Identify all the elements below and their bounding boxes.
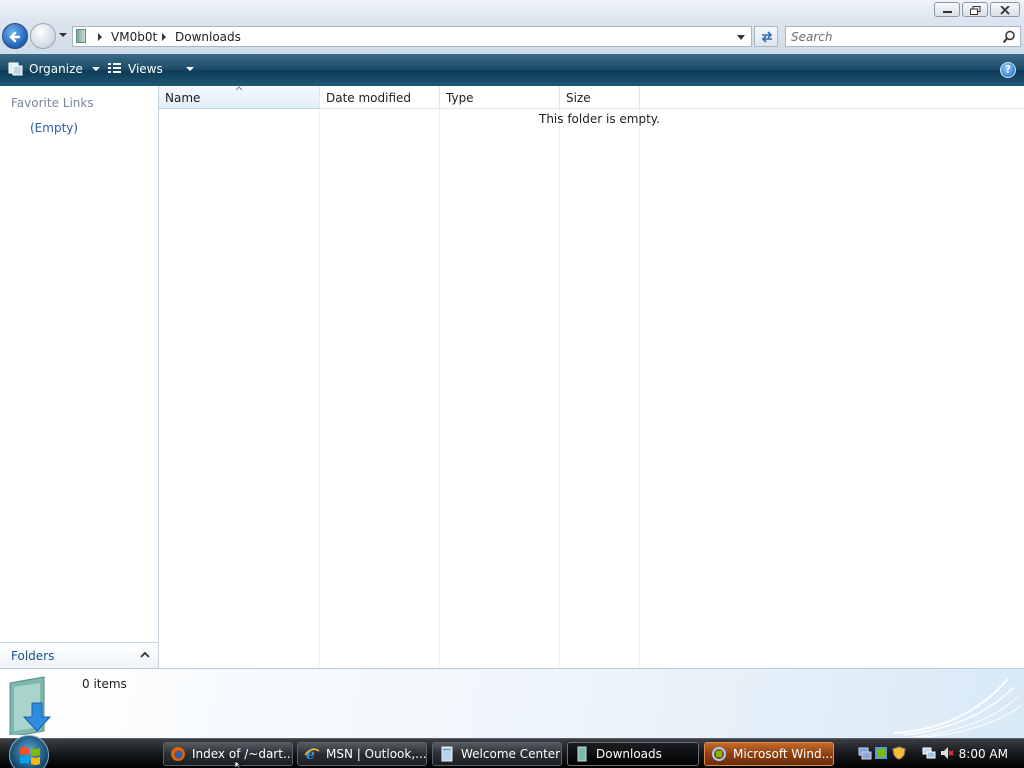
volume-muted-icon[interactable]	[940, 746, 954, 760]
breadcrumb-downloads[interactable]: Downloads	[175, 30, 241, 44]
taskbar-button-label: Welcome Center	[461, 747, 561, 761]
clock[interactable]: 8:00 AM	[959, 747, 1008, 761]
chevron-up-icon[interactable]	[140, 651, 150, 658]
navigation-bar: VM0b0t Downloads	[0, 20, 1024, 54]
file-list[interactable]: Name Date modified Type Size This folder…	[159, 86, 1024, 668]
taskbar-button-label: Index of /~dart...	[192, 747, 293, 761]
taskbar-button-label: Microsoft Wind...	[733, 747, 834, 761]
search-icon[interactable]	[1002, 30, 1016, 44]
favorite-links-heading: Favorite Links	[11, 96, 94, 110]
taskbar: Index of /~dart... e MSN | Outlook,... W…	[0, 735, 1024, 768]
navigation-pane: Favorite Links (Empty) Folders	[0, 86, 159, 668]
windows-logo-icon	[20, 747, 40, 765]
taskbar-button-label: MSN | Outlook,...	[326, 747, 427, 761]
column-type[interactable]: Type	[440, 86, 560, 109]
network-connection-icon[interactable]	[922, 746, 936, 760]
details-pane: 0 items	[0, 668, 1024, 738]
column-divider	[559, 109, 560, 668]
command-bar: Organize Views ?	[0, 54, 1024, 86]
taskbar-button-windows-update[interactable]: Microsoft Wind...	[704, 742, 834, 766]
breadcrumb-vm0b0t[interactable]: VM0b0t	[111, 30, 157, 44]
taskbar-button-welcome-center[interactable]: Welcome Center	[432, 742, 562, 766]
maximize-button[interactable]	[962, 2, 988, 17]
column-divider	[319, 109, 320, 668]
favorite-links-empty: (Empty)	[30, 121, 79, 135]
column-size[interactable]: Size	[560, 86, 640, 109]
windows-update-icon	[712, 747, 726, 761]
security-shield-tray-icon[interactable]	[892, 746, 906, 760]
forward-button[interactable]	[30, 23, 56, 49]
firefox-icon	[171, 747, 185, 761]
breadcrumb-chevron-icon[interactable]	[161, 33, 167, 41]
taskbar-button-firefox[interactable]: Index of /~dart...	[163, 742, 293, 766]
column-divider	[439, 109, 440, 668]
folder-icon	[577, 746, 587, 762]
decorative-swoosh	[893, 678, 1023, 738]
recent-pages-dropdown-icon[interactable]	[58, 32, 68, 38]
caption-buttons	[934, 2, 1020, 17]
column-type-label: Type	[446, 91, 474, 105]
column-date-modified-label: Date modified	[326, 91, 412, 105]
chevron-down-icon	[91, 66, 100, 71]
window-icon	[441, 746, 453, 762]
taskbar-button-label: Downloads	[596, 747, 662, 761]
address-bar[interactable]: VM0b0t Downloads	[72, 26, 752, 47]
chevron-down-icon[interactable]	[185, 66, 194, 72]
address-dropdown-icon[interactable]	[736, 35, 746, 41]
refresh-icon	[761, 31, 773, 43]
network-tray-icon[interactable]	[858, 746, 872, 760]
restore-icon	[970, 6, 981, 15]
column-header-row: Name Date modified Type Size	[159, 86, 1024, 109]
item-count: 0 items	[82, 677, 127, 691]
window-title-bar	[0, 0, 1024, 20]
taskbar-button-downloads[interactable]: Downloads	[567, 742, 699, 766]
internet-explorer-icon: e	[304, 747, 320, 762]
refresh-button[interactable]	[754, 26, 778, 47]
search-input[interactable]	[786, 27, 986, 46]
organize-icon	[8, 62, 23, 76]
back-button[interactable]	[2, 23, 28, 49]
help-icon[interactable]: ?	[1000, 62, 1016, 78]
windows-sidebar-tray-icon[interactable]	[874, 746, 888, 760]
start-button[interactable]	[9, 735, 49, 768]
computer-folder-icon	[76, 29, 86, 43]
column-name[interactable]: Name	[159, 86, 320, 109]
column-date-modified[interactable]: Date modified	[320, 86, 440, 109]
notification-area: 8:00 AM	[852, 742, 1024, 766]
downloads-folder-icon	[9, 676, 52, 735]
views-icon	[108, 63, 121, 73]
views-button[interactable]: Views	[107, 62, 194, 76]
back-arrow-icon	[9, 31, 21, 43]
minimize-button[interactable]	[934, 2, 960, 17]
search-box[interactable]	[785, 26, 1021, 47]
breadcrumb-chevron-icon[interactable]	[97, 33, 103, 41]
folders-label: Folders	[11, 649, 55, 663]
close-icon	[1000, 6, 1010, 15]
views-label: Views	[128, 62, 163, 76]
column-size-label: Size	[566, 91, 591, 105]
close-button[interactable]	[990, 2, 1020, 17]
column-name-label: Name	[165, 91, 201, 105]
organize-button[interactable]: Organize	[8, 62, 100, 76]
folders-toggle[interactable]: Folders	[0, 642, 158, 668]
taskbar-button-msn[interactable]: e MSN | Outlook,...	[297, 742, 427, 766]
sort-ascending-icon	[235, 86, 243, 91]
empty-folder-message: This folder is empty.	[539, 112, 660, 126]
column-divider	[639, 109, 640, 668]
minimize-icon	[943, 11, 952, 13]
mouse-cursor-icon	[235, 761, 243, 768]
organize-label: Organize	[29, 62, 83, 76]
